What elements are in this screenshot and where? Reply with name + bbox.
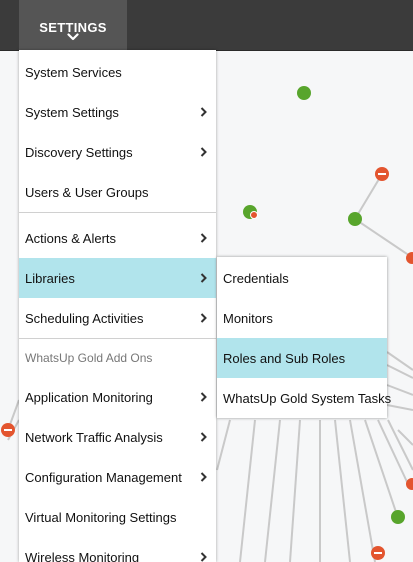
- top-bar: SETTINGS: [0, 0, 413, 51]
- menu-item-wireless-monitoring[interactable]: Wireless Monitoring: [19, 537, 216, 562]
- chevron-down-icon: [67, 33, 79, 41]
- menu-item-system-services[interactable]: System Services: [19, 52, 216, 92]
- menu-item-label: System Services: [25, 64, 122, 80]
- menu-item-scheduling-activities[interactable]: Scheduling Activities: [19, 298, 216, 338]
- menu-divider: [19, 212, 216, 213]
- chevron-right-icon: [200, 273, 207, 283]
- chevron-right-icon: [200, 233, 207, 243]
- addons-section-header: WhatsUp Gold Add Ons: [25, 351, 153, 365]
- chevron-right-icon: [200, 107, 207, 117]
- submenu-item-label: WhatsUp Gold System Tasks: [223, 390, 392, 406]
- settings-label: SETTINGS: [39, 20, 107, 35]
- chevron-right-icon: [200, 313, 207, 323]
- submenu-item-label: Credentials: [223, 270, 289, 286]
- menu-item-label: Libraries: [25, 270, 75, 286]
- libraries-submenu: Credentials Monitors Roles and Sub Roles…: [217, 257, 391, 418]
- menu-item-label: Application Monitoring: [25, 389, 153, 405]
- menu-item-configuration-management[interactable]: Configuration Management: [19, 457, 216, 497]
- menu-item-label: Network Traffic Analysis: [25, 429, 163, 445]
- chevron-right-icon: [200, 147, 207, 157]
- menu-item-libraries[interactable]: Libraries: [19, 258, 216, 298]
- node-up: [391, 510, 405, 524]
- menu-item-network-traffic-analysis[interactable]: Network Traffic Analysis: [19, 417, 216, 457]
- node-up: [348, 212, 362, 226]
- menu-item-application-monitoring[interactable]: Application Monitoring: [19, 377, 216, 417]
- menu-item-label: Scheduling Activities: [25, 310, 144, 326]
- submenu-item-roles-and-sub-roles[interactable]: Roles and Sub Roles: [217, 338, 387, 378]
- submenu-item-whatsup-gold-system-tasks[interactable]: WhatsUp Gold System Tasks: [217, 378, 391, 418]
- chevron-right-icon: [200, 432, 207, 442]
- settings-dropdown: System Services System Settings Discover…: [19, 50, 216, 562]
- submenu-item-label: Roles and Sub Roles: [223, 350, 346, 366]
- menu-item-actions-alerts[interactable]: Actions & Alerts: [19, 218, 216, 258]
- menu-item-label: Discovery Settings: [25, 144, 133, 160]
- menu-item-label: Wireless Monitoring: [25, 549, 140, 562]
- menu-item-label: Users & User Groups: [25, 184, 149, 200]
- menu-item-label: Actions & Alerts: [25, 230, 117, 246]
- menu-item-discovery-settings[interactable]: Discovery Settings: [19, 132, 216, 172]
- chevron-right-icon: [200, 552, 207, 562]
- submenu-item-label: Monitors: [223, 310, 273, 326]
- node-alert-badge: [250, 211, 258, 219]
- menu-divider: [19, 338, 216, 339]
- menu-item-label: Virtual Monitoring Settings: [25, 509, 177, 525]
- submenu-item-credentials[interactable]: Credentials: [217, 258, 387, 298]
- node-up: [297, 86, 311, 100]
- menu-item-label: Configuration Management: [25, 469, 182, 485]
- chevron-right-icon: [200, 472, 207, 482]
- menu-item-virtual-monitoring-settings[interactable]: Virtual Monitoring Settings: [19, 497, 216, 537]
- menu-item-label: System Settings: [25, 104, 119, 120]
- submenu-item-monitors[interactable]: Monitors: [217, 298, 387, 338]
- menu-item-users-user-groups[interactable]: Users & User Groups: [19, 172, 216, 212]
- menu-item-system-settings[interactable]: System Settings: [19, 92, 216, 132]
- settings-menu-button[interactable]: SETTINGS: [19, 0, 127, 50]
- chevron-right-icon: [200, 392, 207, 402]
